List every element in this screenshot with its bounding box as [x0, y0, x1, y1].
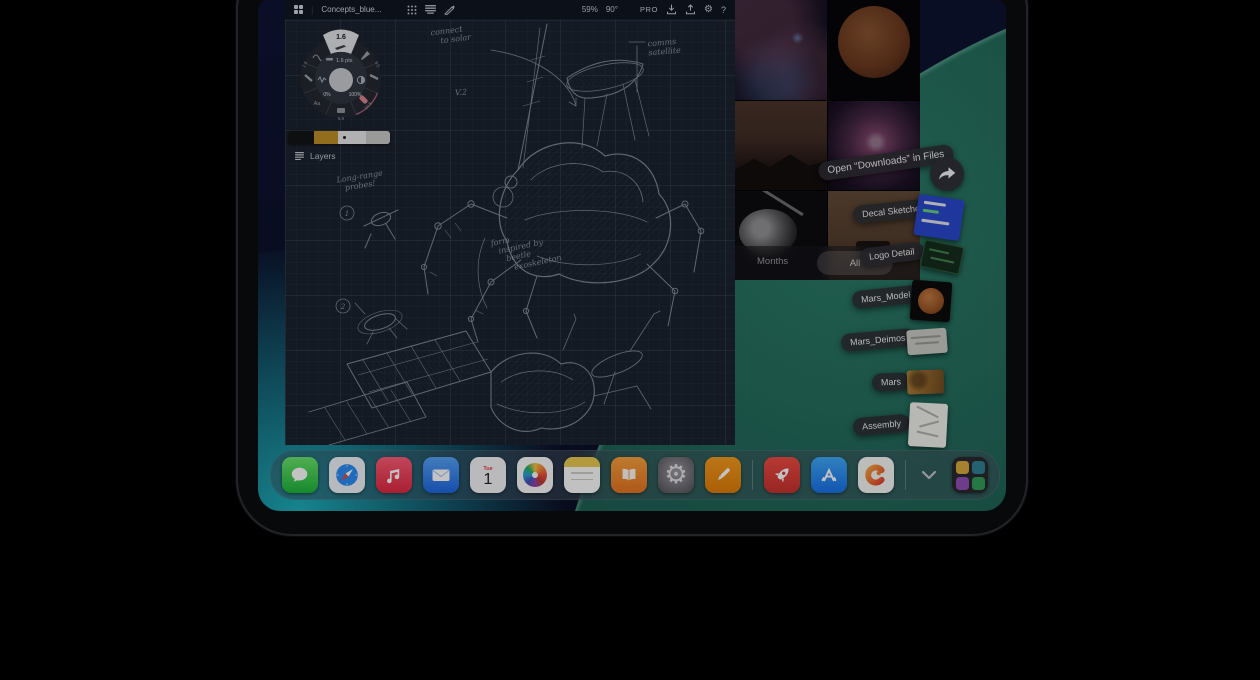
deimos-sketch-line: [915, 341, 939, 345]
export-share-icon[interactable]: [685, 4, 696, 15]
swatch-gold[interactable]: [314, 131, 338, 144]
layers-button[interactable]: Layers: [295, 151, 336, 161]
concepts-app-window: | Concepts_blue... 59% 90°: [285, 0, 735, 445]
size-label-fill: 8.9: [338, 116, 345, 121]
dock-app-rocket[interactable]: [764, 457, 800, 493]
wheel-center-knob[interactable]: [329, 68, 353, 92]
dock-app-safari[interactable]: [329, 457, 365, 493]
probe-number-1: 1: [345, 210, 349, 218]
settings-gear-glyph: ⚙: [664, 462, 687, 488]
dock-divider: [905, 460, 906, 490]
probe-number-2: 2: [340, 303, 346, 311]
ipad-screen: | Concepts_blue... 59% 90°: [258, 0, 1006, 511]
import-icon[interactable]: [666, 4, 677, 15]
dock-app-photos[interactable]: [517, 457, 553, 493]
dock-app-appstore[interactable]: [811, 457, 847, 493]
decal-text-line: [923, 209, 939, 214]
annotation-comms-satellite: comms satellite: [647, 37, 681, 58]
notes-line: [571, 472, 593, 474]
mars-model-planet: [917, 287, 945, 315]
annotation-version: V.2: [455, 88, 468, 98]
concepts-toolbar: | Concepts_blue... 59% 90°: [285, 0, 735, 20]
assembly-sketch-line: [917, 406, 939, 418]
decal-text-line: [924, 201, 946, 207]
pen-ruler-icon[interactable]: [444, 5, 455, 15]
tab-months[interactable]: Months: [757, 256, 788, 267]
settings-gear-icon[interactable]: ⚙: [704, 5, 713, 15]
layers-stack-icon[interactable]: [425, 5, 436, 14]
rocket-icon: [770, 463, 794, 487]
dock-app-settings[interactable]: ⚙: [658, 457, 694, 493]
music-note-icon: [383, 464, 405, 486]
dock-divider: [752, 460, 753, 490]
dock-app-c-swirl[interactable]: [858, 457, 894, 493]
dock-app-books[interactable]: [611, 457, 647, 493]
c-swirl-icon: [863, 462, 889, 488]
drag-thumb-mars-deimos[interactable]: [906, 328, 948, 356]
messages-bubble-icon: [289, 464, 311, 486]
mail-envelope-icon: [429, 463, 453, 487]
app-library-grid-icon: [956, 461, 985, 490]
active-tool-size: 1.6: [336, 34, 346, 41]
logo-sketch-line: [931, 257, 955, 263]
dock-app-music[interactable]: [376, 457, 412, 493]
photos-flower-icon: [523, 463, 547, 487]
zoom-level[interactable]: 59%: [582, 5, 598, 14]
dock-app-calendar[interactable]: Tue 1: [470, 457, 506, 493]
concepts-pen-icon: [711, 463, 735, 487]
drag-thumb-assembly[interactable]: [908, 402, 948, 448]
decal-text-line: [921, 219, 949, 226]
dock-app-notes[interactable]: [564, 457, 600, 493]
toolbar-separator: |: [311, 5, 313, 15]
dock-app-library[interactable]: [952, 457, 988, 493]
layers-list-icon: [295, 152, 304, 160]
swatch-black[interactable]: [288, 131, 314, 144]
photos-panel: Months All: [735, 0, 920, 280]
drag-thumb-mars-map[interactable]: [907, 369, 945, 394]
pro-badge[interactable]: PRO: [640, 5, 658, 14]
safari-compass-icon: [334, 462, 360, 488]
dock-app-concepts[interactable]: [705, 457, 741, 493]
opacity-max-label: 100%: [349, 92, 362, 98]
drag-thumb-mars-model[interactable]: [910, 280, 953, 323]
drag-thumb-decal-sketches[interactable]: [913, 194, 964, 241]
chevron-down-icon: [921, 470, 937, 480]
rotation-angle[interactable]: 90°: [606, 5, 618, 14]
forward-arrow-icon: [938, 166, 956, 182]
appstore-a-icon: [817, 463, 841, 487]
share-forward-button[interactable]: [930, 157, 964, 191]
deimos-sketch-line: [911, 335, 941, 339]
stage: | Concepts_blue... 59% 90°: [0, 0, 1260, 680]
swatch-gray[interactable]: [366, 131, 390, 144]
dock: Tue 1 ⚙: [270, 450, 1000, 500]
text-style-segment: Aa: [314, 101, 322, 107]
calendar-day: 1: [484, 472, 493, 488]
color-palette-bar[interactable]: [288, 131, 390, 144]
dock-app-mail[interactable]: [423, 457, 459, 493]
precision-grid-icon[interactable]: [407, 5, 417, 15]
layers-label: Layers: [310, 151, 336, 161]
ipad-device-frame: | Concepts_blue... 59% 90°: [238, 0, 1026, 534]
opacity-min-label: 0%: [323, 92, 331, 98]
drag-label-mars[interactable]: Mars: [872, 372, 911, 392]
swatch-selected-dot: [343, 136, 346, 139]
dock-app-messages[interactable]: [282, 457, 318, 493]
notes-yellow-band: [564, 457, 600, 467]
assembly-sketch-line: [917, 431, 939, 437]
dock-chevron-button[interactable]: [917, 457, 941, 493]
tool-wheel[interactable]: 1.6 Aa 1.5 9.5 14.5 8.: [293, 22, 389, 128]
help-icon[interactable]: ?: [721, 5, 726, 15]
document-title[interactable]: Concepts_blue...: [321, 5, 381, 14]
app-grid-icon[interactable]: [294, 5, 303, 14]
photos-dim-overlay: [735, 0, 920, 280]
logo-sketch-line: [929, 248, 949, 254]
notes-line: [571, 479, 593, 481]
assembly-sketch-line: [919, 420, 939, 427]
books-open-book-icon: [618, 464, 640, 486]
brush-size-pts: 1.6 pts: [336, 58, 353, 64]
